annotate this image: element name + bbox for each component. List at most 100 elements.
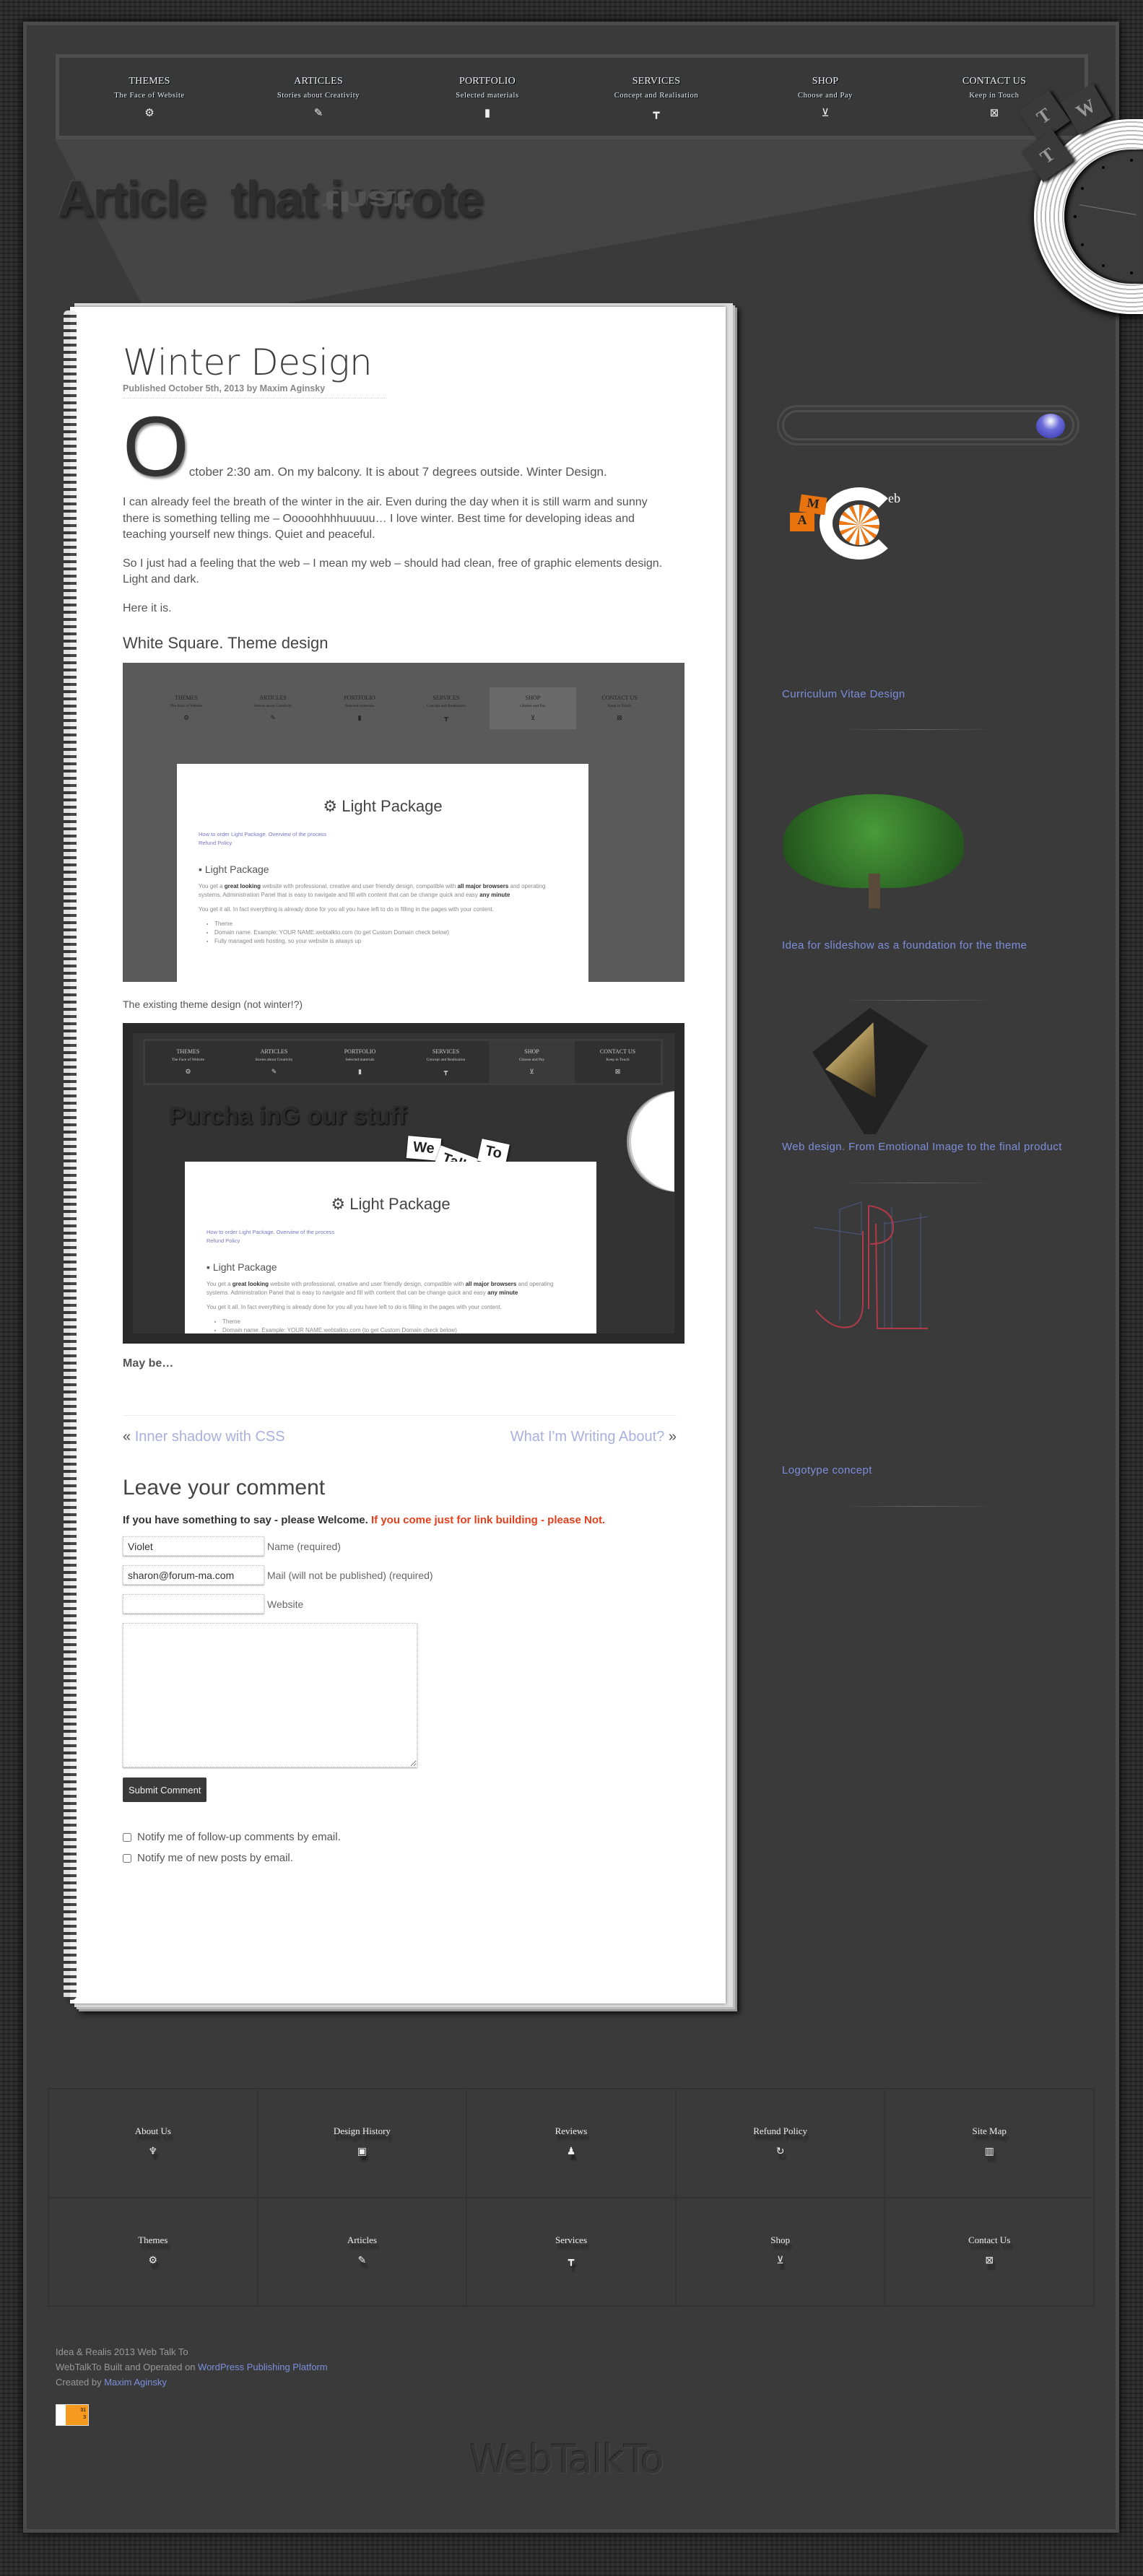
envelope-icon: ⊠ xyxy=(617,714,622,721)
nav-title: THEMES xyxy=(129,76,170,87)
stats-counter-badge[interactable]: 31 3 xyxy=(56,2404,89,2426)
camera-icon: ▣ xyxy=(357,2146,367,2157)
nav-item-shop[interactable]: SHOP Choose and Pay ⊻ xyxy=(741,58,910,136)
sidebar-link-web-design[interactable]: Web design. From Emotional Image to the … xyxy=(782,1141,1071,1154)
logotype-sketch-image[interactable] xyxy=(812,1202,928,1332)
footer-link-shop[interactable]: Shop ⊻ xyxy=(675,2197,885,2306)
website-row: Website xyxy=(123,1594,677,1614)
screenshot-nav-item: ARTICLES Stories about Creativity ✎ xyxy=(230,687,316,729)
notify-comments-label: Notify me of follow-up comments by email… xyxy=(137,1831,341,1843)
screenshot-nav-title: THEMES xyxy=(175,695,198,701)
screenshot-link: How to order Light Package. Overview of … xyxy=(207,1228,335,1235)
comment-textarea[interactable] xyxy=(123,1623,417,1767)
drop-cap: O xyxy=(123,399,189,495)
submit-comment-button[interactable]: Submit Comment xyxy=(123,1777,207,1802)
screenshot-nav-subtitle: Keep in Touch xyxy=(606,1057,630,1062)
screenshot-nav-title: ARTICLES xyxy=(260,1048,288,1055)
prev-post-link[interactable]: Inner shadow with CSS xyxy=(135,1429,285,1445)
email-field[interactable] xyxy=(123,1565,264,1585)
clock-face xyxy=(1064,149,1143,284)
nav-item-services[interactable]: SERVICES Concept and Realisation ┳ xyxy=(572,58,741,136)
comment-form: Name (required) Mail (will not be publis… xyxy=(123,1536,677,1864)
screenshot-nav-item: CONTACT US Keep in Touch ⊠ xyxy=(576,687,663,729)
footer-link-label: Articles xyxy=(347,2234,377,2245)
sidebar-link-cv[interactable]: Curriculum Vitae Design xyxy=(782,688,1071,701)
divider xyxy=(123,1415,677,1416)
nav-item-themes[interactable]: THEMES The Face of Website ⚙ xyxy=(65,58,234,136)
emblem-image[interactable] xyxy=(812,1008,928,1134)
notify-comments-input[interactable] xyxy=(123,1832,131,1842)
paragraph-fragment: any minute xyxy=(479,892,510,898)
search-input[interactable] xyxy=(799,412,1037,438)
divider xyxy=(838,1506,996,1507)
section-title-text: Light Package xyxy=(204,863,269,875)
screenshot-nav-title: THEMES xyxy=(176,1048,200,1055)
paint-roller-icon: ┳ xyxy=(444,714,448,721)
screenshot-panel-title: ⚙ Light Package xyxy=(323,797,443,815)
search-button-ball-icon[interactable] xyxy=(1036,414,1065,438)
footer-link-label: Themes xyxy=(138,2234,168,2245)
screenshot-nav-title: SERVICES xyxy=(432,1048,460,1055)
footer-link-reviews[interactable]: Reviews ♟ xyxy=(466,2089,676,2198)
search-box[interactable] xyxy=(782,410,1074,440)
badge-count: 31 xyxy=(80,2408,86,2413)
footer-link-label: Shop xyxy=(770,2234,790,2245)
footer-link-contact-us[interactable]: Contact Us ⊠ xyxy=(885,2197,1094,2306)
screenshot-list-item: Fully managed web hosting, so your websi… xyxy=(222,1335,575,1344)
sidebar-link-logotype[interactable]: Logotype concept xyxy=(782,1464,1071,1477)
author-link[interactable]: Maxim Aginsky xyxy=(260,383,326,393)
screenshot-nav-subtitle: Choose and Pay xyxy=(518,1057,545,1062)
refund-icon: ↻ xyxy=(775,2146,785,2157)
paragraph: Here it is. xyxy=(123,601,172,614)
screenshot-nav-title: PORTFOLIO xyxy=(344,695,375,701)
footer-link-label: Contact Us xyxy=(968,2234,1011,2245)
theme-screenshot-white-square[interactable]: THEMES The Face of Website ⚙ ARTICLES Storie… xyxy=(123,663,685,982)
paragraph-fragment: great looking xyxy=(224,883,261,889)
next-post: What I'm Writing About? » xyxy=(510,1429,677,1445)
notify-comments-checkbox[interactable]: Notify me of follow-up comments by email… xyxy=(123,1831,677,1843)
mail-label: Mail (will not be published) (required) xyxy=(267,1569,433,1581)
badge-count: 3 xyxy=(83,2415,86,2420)
footer-link-design-history[interactable]: Design History ▣ xyxy=(257,2089,467,2198)
theme-screenshot-existing[interactable]: THEMES The Face of Website ⚙ ARTICLES Storie… xyxy=(123,1022,685,1344)
mail-row: Mail (will not be published) (required) xyxy=(123,1565,677,1585)
screenshot-nav-subtitle: Choose and Pay xyxy=(520,704,546,708)
gear-icon: ⚙ xyxy=(185,1067,191,1075)
section-title-text: Light Package xyxy=(212,1261,277,1273)
nav-subtitle: Selected materials xyxy=(456,92,519,100)
footer-link-refund-policy[interactable]: Refund Policy ↻ xyxy=(675,2089,885,2198)
screenshot-panel: ⚙ Light Package How to order Light Packag… xyxy=(177,764,588,982)
website-field[interactable] xyxy=(123,1594,264,1614)
cart-icon: ⊻ xyxy=(821,108,830,119)
cv-logo-image[interactable]: M A eb xyxy=(787,487,931,567)
footer-link-articles[interactable]: Articles ✎ xyxy=(257,2197,467,2306)
sidebar-link-slideshow[interactable]: Idea for slideshow as a foundation for t… xyxy=(782,939,1071,952)
nav-item-portfolio[interactable]: PORTFOLIO Selected materials ▮ xyxy=(403,58,572,136)
notify-posts-checkbox[interactable]: Notify me of new posts by email. xyxy=(123,1852,677,1864)
paint-roller-icon: ┳ xyxy=(653,108,660,119)
name-field[interactable] xyxy=(123,1536,264,1556)
footer-link-themes[interactable]: Themes ⚙ xyxy=(48,2197,258,2306)
tree-image[interactable] xyxy=(783,794,964,910)
screenshot-nav-title: SERVICES xyxy=(433,695,460,701)
screenshot-paragraph: You get a great looking website with pro… xyxy=(199,882,567,900)
notify-posts-input[interactable] xyxy=(123,1853,131,1863)
screenshot-panel: ⚙ Light Package How to order Light Packag… xyxy=(185,1161,596,1344)
footer-link-site-map[interactable]: Site Map ▥ xyxy=(885,2089,1094,2198)
wordpress-link[interactable]: WordPress Publishing Platform xyxy=(198,2362,328,2372)
footer-link-label: Site Map xyxy=(972,2125,1007,2136)
pencil-icon: ✎ xyxy=(271,1067,277,1075)
footer-link-about-us[interactable]: About Us ♆ xyxy=(48,2089,258,2198)
footer-link-services[interactable]: Services ┳ xyxy=(466,2197,676,2306)
tree-trunk xyxy=(869,874,880,908)
nav-item-articles[interactable]: ARTICLES Stories about Creativity ✎ xyxy=(234,58,403,136)
screenshot-nav-title: PORTFOLIO xyxy=(344,1048,376,1055)
panel-title-text: Light Package xyxy=(342,797,443,815)
divider xyxy=(838,729,996,730)
next-post-link[interactable]: What I'm Writing About? xyxy=(510,1429,665,1445)
creator-link[interactable]: Maxim Aginsky xyxy=(104,2377,167,2388)
logo-flower xyxy=(839,505,879,545)
nav-subtitle: Concept and Realisation xyxy=(614,92,699,100)
screenshot-clock xyxy=(631,1090,674,1192)
screenshot-paragraph: You get it all. In fact everything is al… xyxy=(199,906,494,913)
